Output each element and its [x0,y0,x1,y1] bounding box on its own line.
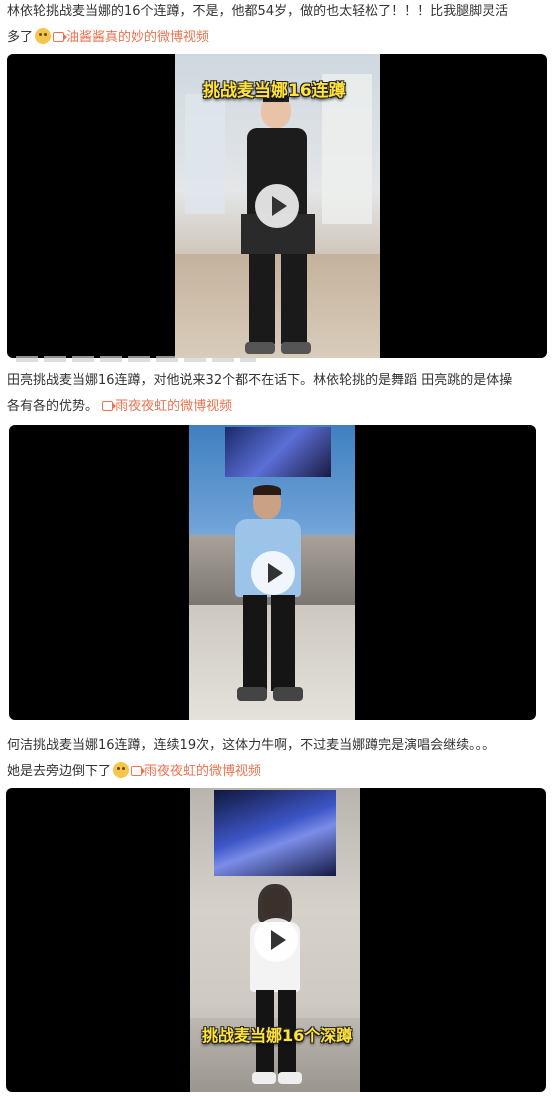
link-label: 雨夜夜虹的微博视频 [115,399,233,414]
post-2-text: 田亮挑战麦当娜16连蹲，对他说来32个都不在话下。林依轮挑的是舞蹈 田亮跳的是体… [7,368,552,420]
weibo-video-link[interactable]: 油酱酱真的妙的微博视频 [53,30,209,45]
link-label: 雨夜夜虹的微博视频 [144,764,262,779]
inset-stage-clip [225,427,331,477]
grimace-face-emoji-icon [113,762,130,778]
link-label: 油酱酱真的妙的微博视频 [66,30,210,45]
laughing-face-emoji-icon [35,28,52,44]
faded-text-strip [16,356,256,362]
video-icon [131,766,146,776]
post-3-text: 何洁挑战麦当娜16连蹲，连续19次，这体力牛啊，不过麦当娜蹲完是演唱会继续。。。… [7,733,552,785]
video-player-1[interactable]: 挑战麦当娜16连蹲 [7,54,547,358]
video-player-2[interactable] [9,425,536,720]
post-text-line: 林依轮挑战麦当娜的16个连蹲，不是，他都54岁，做的也太轻松了！！！比我腿脚灵活 [7,4,509,19]
weibo-video-link[interactable]: 雨夜夜虹的微博视频 [102,399,232,414]
inset-stage-clip [214,790,336,876]
post-text-line: 各有各的优势。 [7,399,99,414]
video-icon [53,32,68,42]
play-button-icon[interactable] [255,184,299,228]
weibo-video-link[interactable]: 雨夜夜虹的微博视频 [131,764,261,779]
video-caption: 挑战麦当娜16连蹲 [203,81,346,101]
play-button-icon[interactable] [250,550,295,595]
post-text-line: 田亮挑战麦当娜16连蹲，对他说来32个都不在话下。林依轮挑的是舞蹈 田亮跳的是体… [7,373,513,388]
video-player-3[interactable]: 挑战麦当娜16个深蹲 [6,788,546,1092]
post-1-text: 林依轮挑战麦当娜的16个连蹲，不是，他都54岁，做的也太轻松了！！！比我腿脚灵活… [7,0,552,51]
video-icon [102,401,117,411]
dancer-figure [229,485,309,717]
video-caption: 挑战麦当娜16个深蹲 [202,1026,353,1045]
post-text-line: 何洁挑战麦当娜16连蹲，连续19次，这体力牛啊，不过麦当娜蹲完是演唱会继续。。。 [7,738,496,753]
play-button-icon[interactable] [254,918,298,962]
post-text-line: 她是去旁边倒下了 [7,764,112,779]
post-text-line: 多了 [7,30,34,45]
